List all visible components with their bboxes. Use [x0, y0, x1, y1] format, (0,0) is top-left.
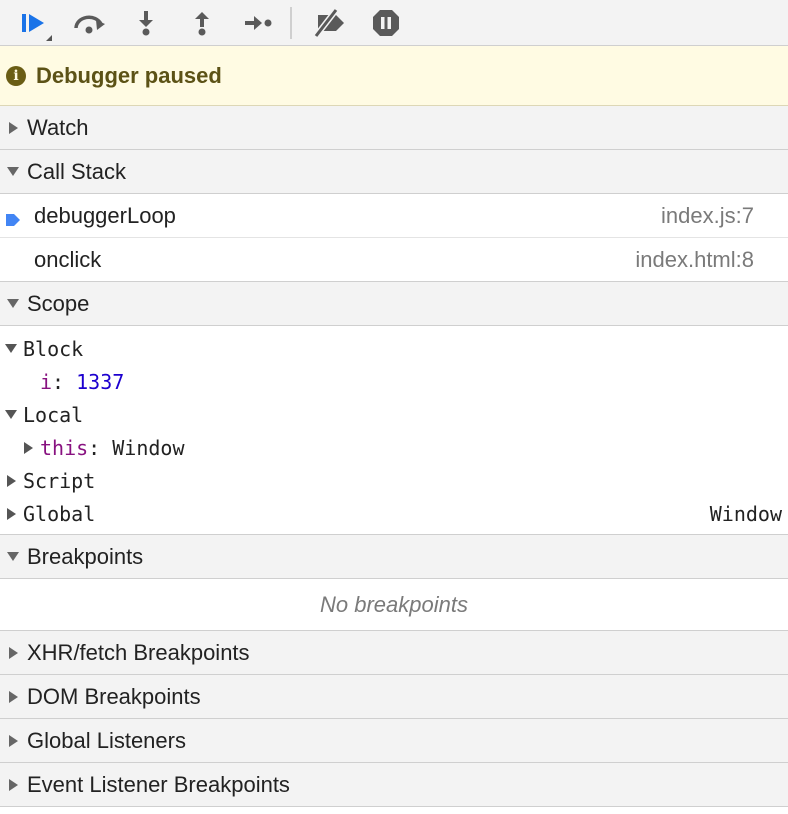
variable-name: this [40, 435, 89, 460]
section-title: Breakpoints [27, 543, 144, 569]
collapse-triangle-icon [7, 167, 19, 176]
info-icon: i [6, 65, 26, 86]
call-frame-location[interactable]: index.js:7 [661, 203, 754, 229]
section-dom-breakpoints[interactable]: DOM Breakpoints [0, 675, 788, 719]
paused-message: Debugger paused [36, 62, 222, 88]
scope-block[interactable]: Block [0, 332, 788, 365]
resume-icon [20, 11, 48, 35]
expand-triangle-icon [9, 121, 18, 134]
call-frame-name: debuggerLoop [34, 202, 176, 228]
section-title: Watch [27, 114, 89, 140]
expand-triangle-icon [7, 474, 16, 487]
scope-variable[interactable]: this: Window [0, 431, 788, 464]
expand-triangle-icon [24, 441, 33, 454]
step-into-button[interactable] [118, 1, 174, 45]
expand-triangle-icon [9, 734, 18, 747]
expand-triangle-icon [9, 646, 18, 659]
pause-on-exceptions-button[interactable] [358, 1, 414, 45]
current-frame-arrow-icon [5, 208, 21, 234]
scope-label: Local [23, 402, 84, 427]
section-xhr-breakpoints[interactable]: XHR/fetch Breakpoints [0, 631, 788, 675]
collapse-triangle-icon [5, 344, 17, 353]
section-title: Event Listener Breakpoints [27, 771, 290, 797]
no-breakpoints-message: No breakpoints [0, 579, 788, 631]
variable-value: 1337 [76, 369, 125, 394]
section-title: Scope [27, 290, 90, 316]
pause-on-exceptions-icon [371, 8, 401, 38]
call-frame-location[interactable]: index.html:8 [635, 247, 754, 273]
scope-variable: i: 1337 [0, 365, 788, 398]
section-title: XHR/fetch Breakpoints [27, 639, 250, 665]
expand-triangle-icon [9, 778, 18, 791]
scope-global[interactable]: Global Window [0, 497, 788, 530]
step-out-icon [192, 9, 212, 37]
colon: : [88, 435, 113, 460]
section-watch[interactable]: Watch [0, 106, 788, 150]
collapse-triangle-icon [7, 552, 19, 561]
scope-local[interactable]: Local [0, 398, 788, 431]
section-scope[interactable]: Scope [0, 282, 788, 326]
section-event-listener-breakpoints[interactable]: Event Listener Breakpoints [0, 763, 788, 807]
debugger-paused-banner: i Debugger paused [0, 46, 788, 106]
call-frame-name: onclick [34, 246, 102, 272]
step-over-icon [72, 11, 108, 35]
variable-name: i [40, 369, 53, 394]
scope-label: Global [23, 501, 96, 526]
scope-script[interactable]: Script [0, 464, 788, 497]
toolbar-separator [290, 6, 292, 39]
section-title: DOM Breakpoints [27, 683, 201, 709]
expand-triangle-icon [7, 507, 16, 520]
step-into-icon [136, 9, 156, 37]
collapse-triangle-icon [5, 410, 17, 419]
expand-triangle-icon [9, 690, 18, 703]
deactivate-breakpoints-icon [312, 8, 348, 37]
debugger-toolbar [0, 0, 788, 46]
scope-label: Script [23, 468, 96, 493]
step-icon [243, 13, 273, 33]
collapse-triangle-icon [7, 299, 19, 308]
resume-options-corner[interactable] [46, 34, 52, 41]
step-over-button[interactable] [62, 1, 118, 45]
step-out-button[interactable] [174, 1, 230, 45]
call-frame[interactable]: debuggerLoop index.js:7 [0, 194, 788, 238]
scope-tree: Block i: 1337 Local this: Window Script … [0, 326, 788, 535]
global-value: Window [709, 501, 782, 526]
colon: : [52, 369, 77, 394]
scope-label: Block [23, 336, 84, 361]
section-global-listeners[interactable]: Global Listeners [0, 719, 788, 763]
call-frame[interactable]: onclick index.html:8 [0, 238, 788, 282]
variable-value: Window [112, 435, 185, 460]
section-call-stack[interactable]: Call Stack [0, 150, 788, 194]
section-breakpoints[interactable]: Breakpoints [0, 535, 788, 579]
deactivate-breakpoints-button[interactable] [302, 1, 358, 45]
section-title: Global Listeners [27, 727, 186, 753]
resume-button[interactable] [6, 1, 62, 45]
step-button[interactable] [230, 1, 286, 45]
section-title: Call Stack [27, 158, 127, 184]
